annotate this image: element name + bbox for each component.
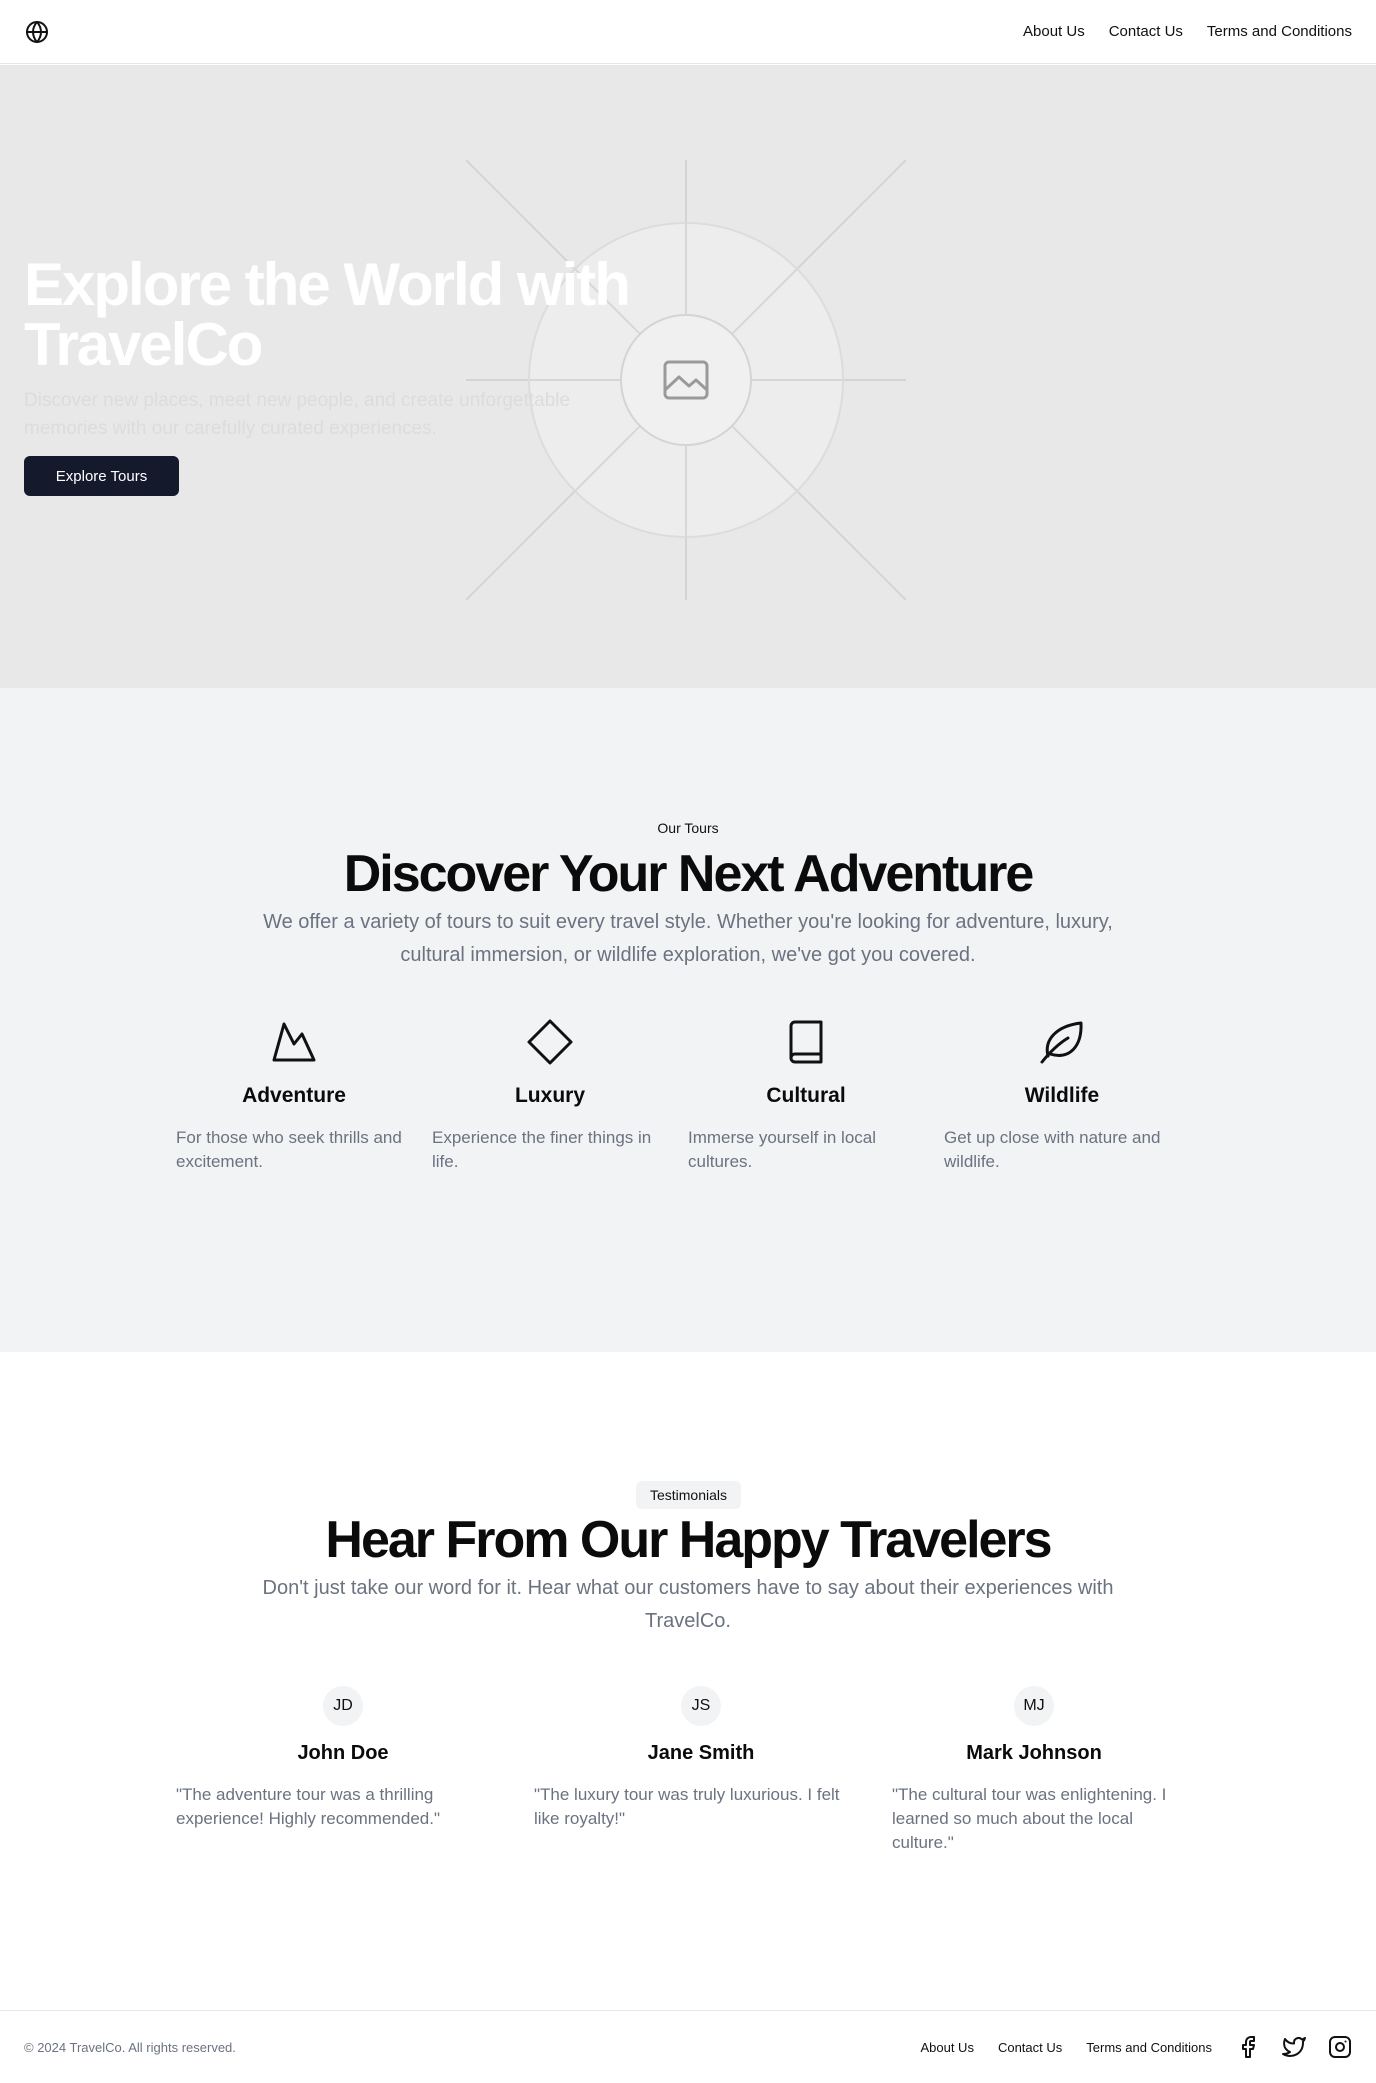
testimonial-name: John Doe: [297, 1742, 389, 1764]
testimonial-card: JD John Doe "The adventure tour was a th…: [176, 1686, 534, 1855]
mountain-icon: [272, 1022, 316, 1062]
diamond-icon: [527, 1019, 573, 1065]
footer-terms[interactable]: Terms and Conditions: [1086, 2040, 1212, 2055]
site-footer: © 2024 TravelCo. All rights reserved. Ab…: [0, 2010, 1376, 2083]
nav-terms[interactable]: Terms and Conditions: [1207, 23, 1352, 40]
copyright-text: © 2024 TravelCo. All rights reserved.: [24, 2039, 236, 2055]
avatar: JD: [323, 1686, 363, 1726]
testimonials-section: Testimonials Hear From Our Happy Travele…: [0, 1352, 1376, 2010]
footer-about-us[interactable]: About Us: [920, 2040, 973, 2055]
testimonials-description: Don't just take our word for it. Hear wh…: [262, 1577, 1114, 1632]
avatar: JS: [681, 1686, 721, 1726]
testimonial-card: JS Jane Smith "The luxury tour was truly…: [534, 1686, 892, 1855]
tour-name: Wildlife: [1024, 1084, 1100, 1107]
hero-subtitle: Discover new places, meet new people, an…: [24, 390, 571, 439]
leaf-icon: [1040, 1021, 1083, 1064]
footer-nav: About Us Contact Us Terms and Conditions: [920, 2040, 1212, 2055]
tour-description: Get up close with nature and wildlife.: [944, 1128, 1161, 1171]
testimonial-list: JD John Doe "The adventure tour was a th…: [176, 1686, 1200, 1855]
nav-contact-us[interactable]: Contact Us: [1109, 23, 1183, 40]
hero-section: Explore the World with TravelCo Discover…: [0, 65, 1376, 688]
instagram-icon[interactable]: [1328, 2035, 1352, 2059]
testimonial-quote: "The cultural tour was enlightening. I l…: [892, 1785, 1167, 1852]
testimonials-badge: Testimonials: [636, 1481, 741, 1509]
tour-name: Cultural: [766, 1084, 846, 1107]
hero-text: Explore the World with TravelCo Discover…: [24, 255, 644, 443]
twitter-icon[interactable]: [1282, 2035, 1306, 2059]
tour-list: Adventure For those who seek thrills and…: [176, 1018, 1200, 1174]
tours-eyebrow: Our Tours: [657, 820, 719, 836]
testimonial-quote: "The luxury tour was truly luxurious. I …: [534, 1785, 840, 1828]
testimonials-title: Hear From Our Happy Travelers: [325, 1511, 1052, 1569]
tour-name: Adventure: [242, 1084, 346, 1107]
tour-card-adventure[interactable]: Adventure For those who seek thrills and…: [176, 1018, 432, 1174]
tour-card-luxury[interactable]: Luxury Experience the finer things in li…: [432, 1018, 688, 1174]
avatar: MJ: [1014, 1686, 1054, 1726]
book-icon: [789, 1020, 823, 1064]
tours-description: We offer a variety of tours to suit ever…: [263, 911, 1113, 966]
testimonial-name: Jane Smith: [647, 1742, 755, 1764]
main-nav: About Us Contact Us Terms and Conditions: [1023, 23, 1352, 40]
tours-section: Our Tours Discover Your Next Adventure W…: [0, 688, 1376, 1352]
site-header: About Us Contact Us Terms and Conditions: [0, 0, 1376, 64]
globe-icon[interactable]: [24, 19, 50, 45]
testimonial-card: MJ Mark Johnson "The cultural tour was e…: [892, 1686, 1200, 1855]
tour-name: Luxury: [514, 1084, 585, 1107]
explore-tours-button[interactable]: Explore Tours: [24, 456, 179, 496]
tour-description: Experience the finer things in life.: [432, 1128, 652, 1171]
social-links: [1236, 2035, 1352, 2059]
testimonial-name: Mark Johnson: [966, 1742, 1102, 1764]
footer-contact-us[interactable]: Contact Us: [998, 2040, 1062, 2055]
tours-title: Discover Your Next Adventure: [343, 845, 1035, 903]
tour-card-cultural[interactable]: Cultural Immerse yourself in local cultu…: [688, 1018, 944, 1174]
footer-right: About Us Contact Us Terms and Conditions: [920, 2035, 1352, 2059]
tour-description: Immerse yourself in local cultures.: [688, 1128, 877, 1171]
hero-title: Explore the World with TravelCo: [24, 251, 631, 378]
nav-about-us[interactable]: About Us: [1023, 23, 1085, 40]
facebook-icon[interactable]: [1236, 2035, 1260, 2059]
tour-card-wildlife[interactable]: Wildlife Get up close with nature and wi…: [944, 1018, 1200, 1174]
tour-description: For those who seek thrills and excitemen…: [176, 1128, 402, 1171]
testimonial-quote: "The adventure tour was a thrilling expe…: [176, 1785, 440, 1828]
